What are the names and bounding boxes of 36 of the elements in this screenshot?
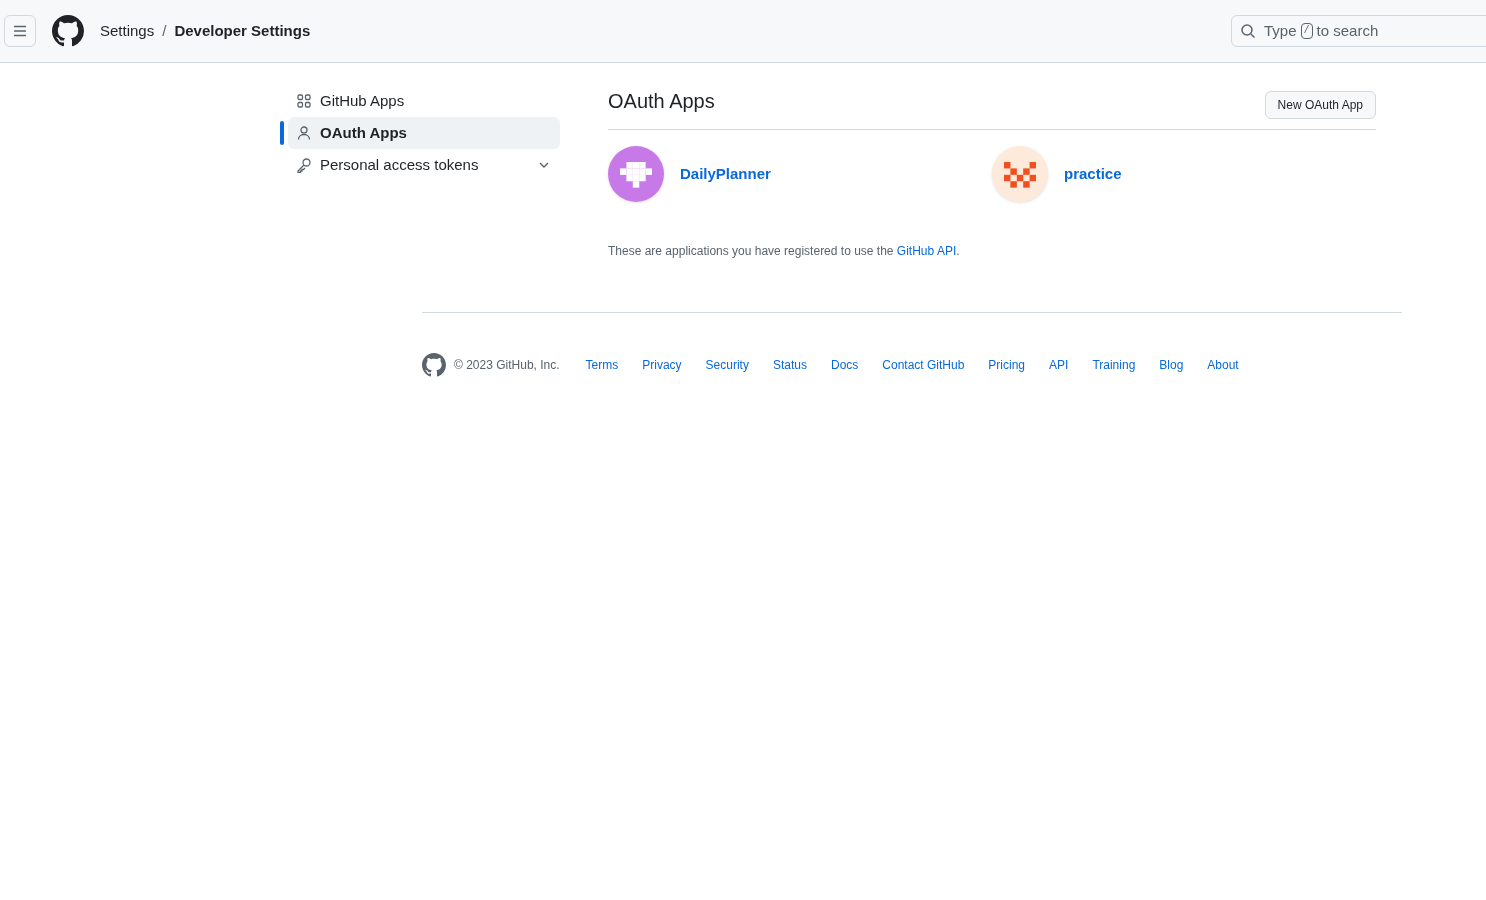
shortcut-key: / [1300,23,1313,39]
page-title: OAuth Apps [608,89,715,114]
footer-link[interactable]: Terms [585,356,619,374]
footer-link[interactable]: Pricing [988,356,1026,374]
active-indicator [280,121,284,145]
app-link[interactable]: DailyPlanner [680,162,771,186]
new-oauth-app-button[interactable]: New OAuth App [1264,91,1376,119]
footer-link[interactable]: API [1049,356,1069,374]
app-link[interactable]: practice [1064,162,1122,186]
breadcrumb-link[interactable]: Settings [100,19,155,43]
github-logo-icon [52,15,84,47]
breadcrumb-separator: / [162,20,167,41]
sidebar-item[interactable]: GitHub Apps [288,85,560,117]
github-logo-icon [422,353,446,377]
sidebar-item[interactable]: Personal access tokens [288,149,560,181]
footer-link[interactable]: Status [772,356,807,374]
search-field[interactable]: Type / to search [1231,15,1486,47]
grid-icon [296,93,312,109]
footer-link[interactable]: Blog [1159,356,1184,374]
info-text: These are applications you have registered to use the GitHub API. [608,243,961,260]
copyright-text: © 2023 GitHub, Inc. [454,357,560,374]
sidebar-item[interactable]: OAuth Apps [288,117,560,149]
search-icon [1240,23,1256,39]
search-placeholder: Type [1264,20,1297,41]
breadcrumb-link[interactable]: Developer Settings [174,19,311,43]
footer-link[interactable]: About [1207,356,1239,374]
menu-icon [12,23,28,39]
key-icon [296,157,312,173]
footer-link[interactable]: Contact GitHub [882,356,965,374]
footer-link[interactable]: Security [705,356,749,374]
footer-link[interactable]: Docs [830,356,859,374]
footer-link[interactable]: Privacy [642,356,682,374]
footer-link[interactable]: Training [1092,356,1136,374]
search-placeholder: to search [1316,20,1379,41]
person-icon [296,125,312,141]
menu-button[interactable] [4,15,36,47]
